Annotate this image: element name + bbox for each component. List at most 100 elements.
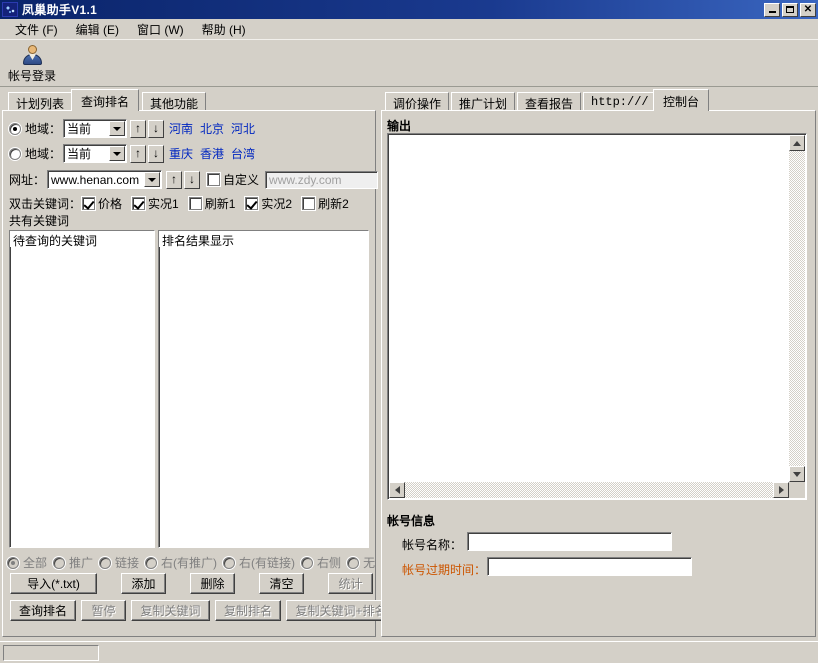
region-radio-1[interactable] — [9, 122, 21, 135]
url-up-button[interactable]: ↑ — [166, 170, 183, 189]
copy-rank-button[interactable]: 复制排名 — [215, 600, 281, 621]
arrow-left-icon — [394, 486, 400, 494]
right-tab-content: 输出 帐号信息 帐号名称： 帐号过期时间： — [381, 110, 816, 637]
filter-radio-group: 全部 推广 链接 右(有推广) 右(有链接) 右侧 无 — [7, 554, 375, 571]
tab-plan-list[interactable]: 计划列表 — [8, 92, 73, 111]
tab-http[interactable]: http:/// — [583, 92, 657, 111]
tab-query-rank[interactable]: 查询排名 — [71, 89, 140, 111]
pause-button[interactable]: 暂停 — [81, 600, 126, 621]
account-expire-input[interactable] — [487, 557, 692, 576]
custom-url-input[interactable]: www.zdy.com — [265, 170, 379, 189]
delete-button[interactable]: 删除 — [190, 573, 235, 594]
region-combo-1[interactable]: 当前 — [63, 119, 128, 138]
output-text — [388, 134, 806, 138]
region-link-beijing[interactable]: 北京 — [200, 120, 224, 137]
import-button[interactable]: 导入(*.txt) — [10, 573, 97, 594]
status-pane — [3, 645, 99, 661]
scroll-up-button[interactable] — [789, 135, 805, 151]
region-link-hongkong[interactable]: 香港 — [200, 145, 224, 162]
scroll-left-button[interactable] — [389, 482, 405, 498]
checkbox-live-1[interactable] — [132, 197, 146, 210]
region-down-button-1[interactable]: ↓ — [148, 119, 165, 138]
filter-radio-right-side[interactable] — [301, 556, 314, 569]
filter-radio-right-side-label: 右侧 — [317, 556, 342, 570]
region-label-2: 地域： — [25, 147, 62, 161]
url-down-button[interactable]: ↓ — [184, 170, 201, 189]
scroll-down-button[interactable] — [789, 466, 805, 482]
region-link-chongqing[interactable]: 重庆 — [169, 145, 193, 162]
menu-edit[interactable]: 编辑 (E) — [67, 19, 128, 40]
minimize-button[interactable] — [764, 2, 780, 17]
chevron-down-icon[interactable] — [144, 172, 161, 187]
rank-results-list[interactable]: 排名结果显示 — [158, 230, 369, 548]
scroll-right-button[interactable] — [773, 482, 789, 498]
account-name-label: 帐号名称： — [402, 538, 463, 552]
query-rank-button[interactable]: 查询排名 — [10, 600, 76, 621]
chevron-down-icon[interactable] — [109, 146, 126, 161]
checkbox-refresh-1-label: 刷新1 — [204, 197, 236, 211]
add-button[interactable]: 添加 — [121, 573, 166, 594]
filter-radio-right-promotion-label: 右(有推广) — [161, 556, 218, 570]
keyword-options-row: 双击关键词： 价格 实况1 刷新1 实况2 刷新2 — [9, 195, 349, 212]
close-button[interactable]: ✕ — [800, 2, 816, 17]
region-radio-2[interactable] — [9, 147, 21, 160]
menu-file[interactable]: 文件 (F) — [6, 19, 67, 40]
close-icon: ✕ — [803, 3, 813, 15]
filter-radio-promotion[interactable] — [53, 556, 66, 569]
title-bar: 凤巢助手V1.1 ✕ — [0, 0, 818, 19]
copy-keyword-rank-button[interactable]: 复制关键词+排名 — [286, 600, 396, 621]
maximize-icon — [783, 4, 797, 16]
arrow-down-icon — [793, 471, 801, 477]
filter-radio-all[interactable] — [7, 556, 19, 569]
statistics-button[interactable]: 统计 — [328, 573, 373, 594]
common-keyword-label: 共有关键词 — [9, 214, 70, 228]
chevron-down-icon[interactable] — [109, 121, 126, 136]
status-bar — [0, 641, 818, 663]
checkbox-refresh-1[interactable] — [188, 197, 202, 210]
menu-help[interactable]: 帮助 (H) — [193, 19, 255, 40]
region-down-button-2[interactable]: ↓ — [148, 144, 165, 163]
account-name-input[interactable] — [467, 532, 672, 551]
tab-view-report[interactable]: 查看报告 — [517, 92, 582, 111]
right-panel: 调价操作 推广计划 查看报告 http:/// 控制台 输出 帐号信息 帐号名称… — [381, 89, 816, 637]
region-link-hebei[interactable]: 河北 — [231, 120, 255, 137]
left-tab-content: 地域： 当前 ↑ ↓ 河南 北京 河北 地域： 当前 ↑ ↓ 重庆 香港 台湾 … — [2, 110, 396, 637]
tab-console[interactable]: 控制台 — [653, 89, 710, 111]
copy-keyword-button[interactable]: 复制关键词 — [131, 600, 210, 621]
region-up-button-2[interactable]: ↑ — [130, 144, 147, 163]
region-combo-2[interactable]: 当前 — [63, 144, 128, 163]
custom-url-checkbox[interactable] — [207, 173, 221, 186]
tab-price-adjust[interactable]: 调价操作 — [385, 92, 450, 111]
checkbox-price[interactable] — [82, 197, 96, 210]
filter-radio-right-promotion[interactable] — [145, 556, 158, 569]
url-label: 网址： — [9, 173, 46, 187]
region-link-taiwan[interactable]: 台湾 — [231, 145, 255, 162]
output-horizontal-scrollbar[interactable] — [389, 482, 789, 498]
pending-keywords-list[interactable]: 待查询的关键词 — [9, 230, 155, 548]
region-combo-2-value: 当前 — [67, 147, 92, 161]
left-panel: 计划列表 查询排名 其他功能 地域： 当前 ↑ ↓ 河南 北京 河北 地域： 当… — [2, 89, 396, 637]
url-combo-value: www.henan.com — [51, 172, 140, 187]
region-link-henan[interactable]: 河南 — [169, 120, 193, 137]
filter-radio-right-link[interactable] — [223, 556, 236, 569]
tab-other-functions[interactable]: 其他功能 — [142, 92, 207, 111]
output-label: 输出 — [387, 119, 412, 133]
scrollbar-corner — [789, 482, 805, 498]
output-vertical-scrollbar[interactable] — [789, 135, 805, 482]
maximize-button[interactable] — [782, 2, 798, 17]
menu-window[interactable]: 窗口 (W) — [128, 19, 193, 40]
clear-button[interactable]: 清空 — [259, 573, 304, 594]
menu-bar: 文件 (F) 编辑 (E) 窗口 (W) 帮助 (H) — [0, 19, 818, 39]
url-combo[interactable]: www.henan.com — [47, 170, 163, 189]
region-up-button-1[interactable]: ↑ — [130, 119, 147, 138]
filter-radio-link[interactable] — [99, 556, 112, 569]
minimize-icon — [765, 4, 779, 16]
right-tabstrip: 调价操作 推广计划 查看报告 http:/// 控制台 — [381, 89, 816, 111]
checkbox-refresh-2[interactable] — [302, 197, 316, 210]
account-login-button[interactable]: 帐号登录 — [4, 42, 60, 86]
output-textarea[interactable] — [387, 133, 807, 500]
tab-promotion-plan[interactable]: 推广计划 — [451, 92, 516, 111]
checkbox-live-1-label: 实况1 — [148, 197, 179, 211]
filter-radio-none[interactable] — [347, 556, 360, 569]
checkbox-live-2[interactable] — [245, 197, 259, 210]
